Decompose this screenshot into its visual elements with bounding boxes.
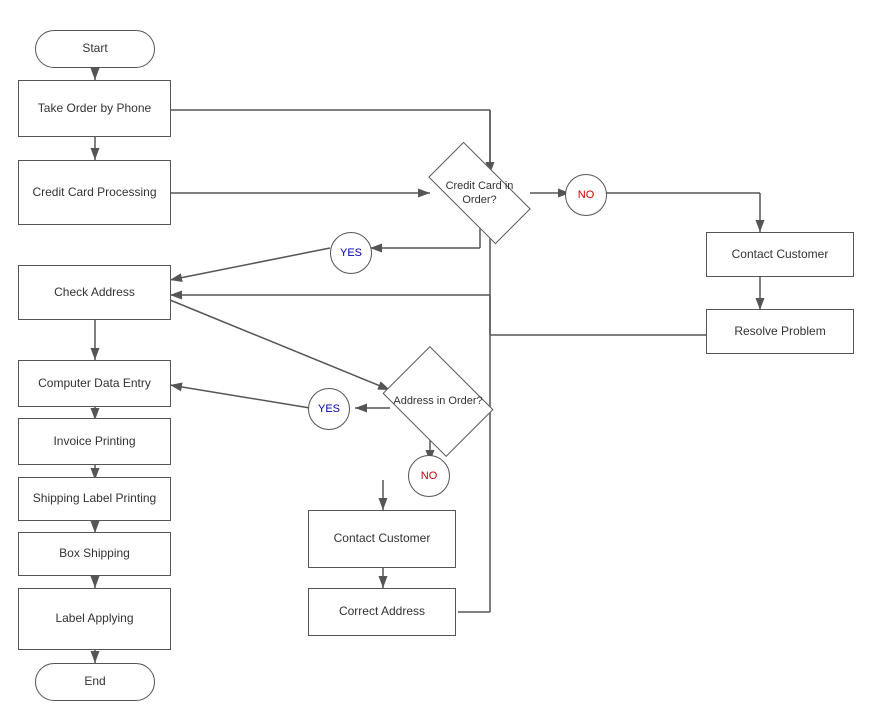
box-shipping-shape: Box Shipping: [18, 532, 171, 576]
credit-card-processing-shape: Credit Card Processing: [18, 160, 171, 225]
no-circle-1-shape: NO: [565, 174, 607, 216]
start-shape: Start: [35, 30, 155, 68]
no-label-1: NO: [578, 188, 595, 202]
end-label: End: [84, 674, 105, 690]
flowchart: Start Take Order by Phone Credit Card Pr…: [0, 0, 887, 720]
invoice-printing-shape: Invoice Printing: [18, 418, 171, 465]
end-shape: End: [35, 663, 155, 701]
yes-label-1: YES: [340, 246, 362, 260]
correct-address-shape: Correct Address: [308, 588, 456, 636]
check-address-shape: Check Address: [18, 265, 171, 320]
contact-customer-right-label: Contact Customer: [732, 247, 829, 263]
yes-circle-1-shape: YES: [330, 232, 372, 274]
resolve-problem-shape: Resolve Problem: [706, 309, 854, 354]
computer-data-entry-shape: Computer Data Entry: [18, 360, 171, 407]
contact-customer-mid-shape: Contact Customer: [308, 510, 456, 568]
address-diamond-label: Address in Order?: [393, 368, 483, 435]
contact-customer-mid-label: Contact Customer: [334, 531, 431, 547]
yes-circle-2-shape: YES: [308, 388, 350, 430]
take-order-label: Take Order by Phone: [38, 101, 151, 117]
credit-card-processing-label: Credit Card Processing: [32, 185, 156, 201]
resolve-problem-label: Resolve Problem: [734, 324, 825, 340]
computer-data-entry-label: Computer Data Entry: [38, 376, 151, 392]
label-applying-label: Label Applying: [55, 611, 133, 627]
correct-address-label: Correct Address: [339, 604, 425, 620]
invoice-printing-label: Invoice Printing: [53, 434, 135, 450]
no-circle-2-shape: NO: [408, 455, 450, 497]
check-address-label: Check Address: [54, 285, 135, 301]
shipping-label-printing-label: Shipping Label Printing: [33, 491, 156, 507]
no-label-2: NO: [421, 469, 438, 483]
credit-card-diamond-shape: [428, 142, 531, 245]
yes-label-2: YES: [318, 402, 340, 416]
take-order-shape: Take Order by Phone: [18, 80, 171, 137]
shipping-label-printing-shape: Shipping Label Printing: [18, 477, 171, 521]
contact-customer-right-shape: Contact Customer: [706, 232, 854, 277]
label-applying-shape: Label Applying: [18, 588, 171, 650]
box-shipping-label: Box Shipping: [59, 546, 130, 562]
start-label: Start: [82, 41, 107, 57]
